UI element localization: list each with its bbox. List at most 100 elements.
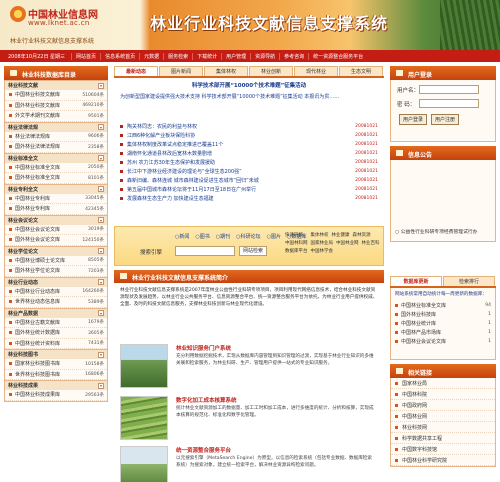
db-list-item[interactable]: 国家林业科技图书库 10158条 [5, 359, 107, 370]
db-section-header[interactable]: 林业科技图书 [5, 349, 107, 359]
news-item[interactable]: 陶关林同志：农民的利益与林权 20081021 [120, 122, 378, 131]
db-list-item[interactable]: 国外林业法律法规库 2358条 [5, 142, 107, 153]
related-link[interactable]: 中国政府网 [391, 400, 495, 411]
db-section-header[interactable]: 林业会议论文 [5, 214, 107, 225]
news-item[interactable]: 湖南怀化通道县林改后宽林木数量剧增 20081021 [120, 149, 378, 158]
chevron-down-icon[interactable] [98, 124, 104, 130]
news-item[interactable]: 江西6种化解产业板块保险科协 20081021 [120, 131, 378, 140]
news-title[interactable]: 第五届中国城市森林论坛将于11月17日至18日在广州举行 [127, 186, 355, 193]
quick-link[interactable]: 森林资源 [353, 232, 371, 240]
nav-user-management[interactable]: 用户管理 [221, 52, 250, 60]
quick-link[interactable]: 集体林权 [311, 232, 329, 240]
db-name[interactable]: 国外林业专利库 [15, 205, 85, 212]
tab-db-update[interactable]: 数据库更新 [390, 276, 442, 286]
quick-link[interactable]: 中国林业网 [336, 240, 359, 248]
related-link[interactable]: 国家林业局 [391, 378, 495, 389]
db-name[interactable]: 国外林业科技文献库 [15, 102, 82, 109]
db-section-header[interactable]: 林业专利全文 [5, 183, 107, 194]
news-item[interactable]: 长江中下游林业经济建设的理论与“全球生态200强” 20081021 [120, 167, 378, 176]
news-item[interactable]: 苏州 农力江苏30年生态保护和发展援助 20081021 [120, 158, 378, 167]
chevron-down-icon[interactable] [98, 248, 104, 254]
db-update-name[interactable]: 国外林业科技库 [401, 311, 488, 318]
site-logo[interactable]: 中国林业信息网 www.lknet.ac.cn 林业行业科技文献信息支撑系统 [10, 6, 120, 46]
quick-link[interactable]: 林业健康 [332, 232, 350, 240]
db-name[interactable]: 中国林业博硕士论文库 [15, 257, 88, 264]
db-name[interactable]: 中国林业行业动态库 [15, 288, 82, 295]
related-link[interactable]: 科学数据共享工程 [391, 433, 495, 444]
db-name[interactable]: 中国林业统计资料库 [15, 340, 88, 347]
news-title[interactable]: 苏州 农力江苏30年生态保护和发展援助 [127, 159, 355, 166]
chevron-down-icon[interactable] [98, 155, 104, 161]
site-search-button[interactable]: 网站检索 [239, 246, 267, 256]
nav-home[interactable]: 网站首页 [71, 52, 100, 60]
db-list-item[interactable]: 国外林业统计数据库 3605条 [5, 328, 107, 339]
tab-latest[interactable]: 最新动态 [114, 66, 158, 76]
db-update-item[interactable]: 中国林业标准全文库 94 [391, 301, 495, 310]
db-name[interactable]: 国外林业统计数据库 [15, 329, 88, 336]
db-name[interactable]: 世界林业动态信息库 [15, 298, 88, 305]
nav-resource-guide[interactable]: 资源导航 [250, 52, 279, 60]
db-list-item[interactable]: 世界林业动态信息库 5389条 [5, 297, 107, 308]
news-title[interactable]: 集体林权制度改革试点稳定推进已覆盖11个 [127, 141, 355, 148]
chevron-down-icon[interactable] [98, 382, 104, 389]
db-update-name[interactable]: 中国林业标准全文库 [401, 302, 485, 309]
db-update-name[interactable]: 中国林产品市场库 [401, 329, 488, 336]
username-input[interactable] [419, 85, 479, 94]
tab-search-rank[interactable]: 检索排行 [443, 276, 495, 286]
db-list-item[interactable]: 中国林业统计资料库 7431条 [5, 339, 107, 349]
chevron-down-icon[interactable] [98, 351, 104, 358]
db-list-item[interactable]: 国外林业学位论文库 7203条 [5, 266, 107, 277]
notice-select[interactable]: ○ 公益性行业科研专项经费管理试行办 [395, 228, 477, 235]
nav-system-home[interactable]: 信息系统首页 [100, 52, 139, 60]
news-item[interactable]: 发展森林生态生产力 加快建设生态福建 20081021 [120, 194, 378, 203]
db-list-item[interactable]: 国外林业标准全文库 8101条 [5, 173, 107, 184]
db-name[interactable]: 中国林业标准全文库 [15, 164, 88, 171]
db-update-item[interactable]: 中国林业统计库 1 [391, 319, 495, 328]
quick-link[interactable]: 林业百科 [362, 240, 380, 248]
nav-search[interactable]: 服务检索 [163, 52, 192, 60]
db-name[interactable]: 国外林业会议论文库 [15, 236, 82, 243]
search-category-option[interactable]: ○科研论坛 [236, 233, 260, 240]
news-item[interactable]: 第五届中国城市森林论坛将于11月17日至18日在广州举行 20081021 [120, 185, 378, 194]
news-title[interactable]: 发展森林生态生产力 加快建设生态福建 [127, 195, 355, 202]
login-button[interactable]: 用户登录 [399, 114, 428, 125]
related-link[interactable]: 中国林科院 [391, 389, 495, 400]
db-list-item[interactable]: 国外林业会议论文库 124150条 [5, 235, 107, 246]
db-list-item[interactable]: 中国林业行业动态库 164260条 [5, 287, 107, 297]
db-list-item[interactable]: 中国林业专利库 33045条 [5, 194, 107, 204]
news-item[interactable]: 集体林权制度改革试点稳定推进已覆盖11个 20081021 [120, 140, 378, 149]
news-title[interactable]: 长江中下游林业经济建设的理论与“全球生态200强” [127, 168, 355, 175]
nav-download-stats[interactable]: 下载统计 [192, 52, 221, 60]
related-link[interactable]: 中国数字科技馆 [391, 444, 495, 455]
nav-reference[interactable]: 参考咨询 [279, 52, 308, 60]
chevron-down-icon[interactable] [98, 279, 104, 285]
db-name[interactable]: 中国林业古籍文献库 [15, 319, 88, 326]
tab-photo-news[interactable]: 图片新闻 [159, 66, 203, 76]
feature-title[interactable]: 统一资源整合服务平台 [176, 446, 231, 454]
search-category-option[interactable]: ○图片 [267, 233, 281, 240]
db-name[interactable]: 国外林业标准全文库 [15, 174, 88, 181]
db-name[interactable]: 外文学术期刊文献库 [15, 112, 88, 119]
chevron-down-icon[interactable] [98, 82, 104, 89]
db-list-item[interactable]: 外文学术期刊文献库 9501条 [5, 111, 107, 122]
db-update-item[interactable]: 国外林业科技库 1 [391, 310, 495, 319]
db-list-item[interactable]: 中国林业标准全文库 2050条 [5, 163, 107, 173]
search-category-option[interactable]: ○图书 [195, 233, 209, 240]
news-title[interactable]: 陶关林同志：农民的利益与林权 [127, 123, 355, 130]
db-list-item[interactable]: 世界林业科技图书库 16806条 [5, 370, 107, 380]
db-list-item[interactable]: 中国林业科技成果库 29563条 [5, 390, 107, 401]
news-title[interactable]: 森新旧编、森林连城 城市森林建设促进生态城市“回归”未城 [127, 177, 355, 184]
tab-collective-forest[interactable]: 集体林权 [204, 66, 248, 76]
db-list-item[interactable]: 中国林业科技文献库 510604条 [5, 90, 107, 101]
register-button[interactable]: 用户注册 [431, 114, 460, 125]
db-section-header[interactable]: 林业标准全文 [5, 152, 107, 163]
db-section-header[interactable]: 林业学位论文 [5, 245, 107, 256]
quick-link[interactable]: 数据库平台 [285, 248, 308, 256]
search-input[interactable] [175, 246, 235, 256]
news-title[interactable]: 湖南怀化通道县林改后宽林木数量剧增 [127, 150, 355, 157]
db-list-item[interactable]: 国外林业专利库 42345条 [5, 204, 107, 215]
db-section-header[interactable]: 林业产品数据 [5, 307, 107, 318]
db-name[interactable]: 世界林业科技图书库 [15, 371, 85, 378]
tab-innovation[interactable]: 林业创新 [249, 66, 293, 76]
chevron-down-icon[interactable] [98, 310, 104, 316]
